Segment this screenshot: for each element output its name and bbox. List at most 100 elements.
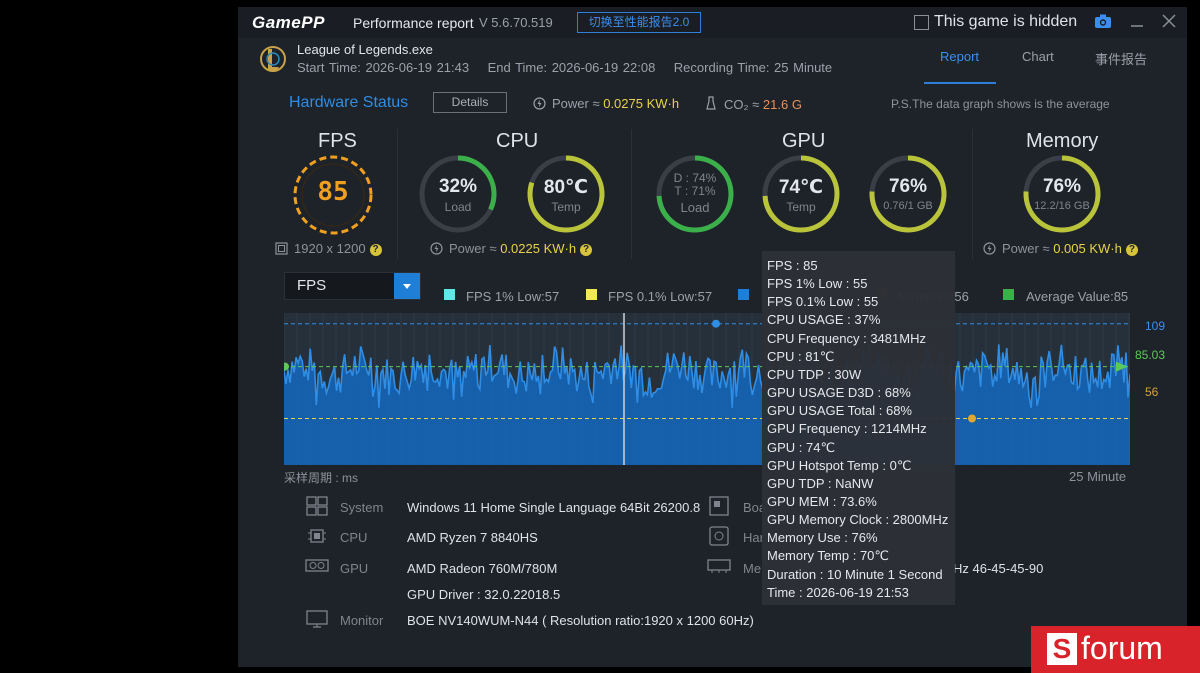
tooltip-line: Memory Use : 76% <box>767 530 878 546</box>
monitor-label: Monitor <box>340 613 384 628</box>
cpu-value: AMD Ryzen 7 8840HS <box>407 530 538 545</box>
x-axis-end-label: 25 Minute <box>1069 469 1127 484</box>
tooltip-line: Duration : 10 Minute 1 Second <box>767 566 943 582</box>
help-icon[interactable]: ? <box>369 244 382 256</box>
hide-game-checkbox[interactable] <box>914 15 929 30</box>
details-button[interactable]: Details <box>433 92 507 113</box>
power-icon <box>983 242 996 255</box>
sforum-watermark: S forum <box>1031 626 1200 673</box>
cpu-label: CPU <box>340 530 368 545</box>
legend-fps-0-1-low: FPS 0.1% Low:57 <box>608 289 713 304</box>
memory-label-row: Me <box>743 561 762 576</box>
chart-tooltip: FPS : 85 FPS 1% Low : 55 FPS 0.1% Low : 55… <box>762 251 955 605</box>
legend-swatch <box>738 289 749 300</box>
sforum-logo-text: forum <box>1081 630 1163 666</box>
memory-power-info: Power ≈ 0.005 KW·h? <box>983 241 1138 256</box>
camera-icon[interactable] <box>1094 13 1112 29</box>
tooltip-line: GPU TDP : NaNW <box>767 475 874 491</box>
gpu-section-title: GPU <box>782 130 826 152</box>
memory-section-title: Memory <box>1026 130 1099 152</box>
monitor-small-icon <box>275 242 288 255</box>
system-label: System <box>340 500 384 515</box>
resolution-info: 1920 x 1200? <box>275 241 382 256</box>
max-point <box>712 319 720 328</box>
monitor-icon <box>306 610 328 628</box>
memory-value: 76% <box>1042 176 1082 197</box>
tooltip-line: GPU MEM : 73.6% <box>767 493 877 509</box>
memory-module-icon <box>707 559 731 573</box>
hardware-status-title: Hardware Status <box>289 94 409 111</box>
power-icon <box>533 97 546 110</box>
tooltip-line: GPU Hotspot Temp : 0℃ <box>767 457 912 473</box>
sforum-logo-s: S <box>1047 633 1077 665</box>
help-icon[interactable]: ? <box>580 244 593 256</box>
tooltip-line: GPU Frequency : 1214MHz <box>767 421 927 437</box>
tooltip-line: CPU TDP : 30W <box>767 366 862 382</box>
gpu-memory-value: 76% <box>888 176 928 197</box>
tooltip-line: GPU : 74℃ <box>767 439 836 455</box>
tooltip-line: CPU : 81℃ <box>767 348 835 364</box>
active-tab-underline <box>924 82 996 84</box>
legend-swatch <box>586 289 597 300</box>
average-note: P.S.The data graph shows is the average <box>891 97 1110 111</box>
gpu-load-label: Load <box>680 200 710 215</box>
harddisk-label: Har <box>743 530 764 545</box>
memory-label: 12.2/16 GB <box>1034 200 1090 212</box>
divider <box>972 129 973 259</box>
cpu-temp-value: 80℃ <box>543 177 589 198</box>
report-header: League of Legends.exe Start Time: 2026-0… <box>238 38 1187 86</box>
tooltip-line: Memory Temp : 70℃ <box>767 548 890 564</box>
gpu-driver-value: GPU Driver : 32.0.22018.5 <box>407 587 561 602</box>
co2-emission: CO₂ ≈ 21.6 G <box>705 96 802 112</box>
board-icon <box>709 496 729 516</box>
legend-average: Average Value:85 <box>1026 289 1129 304</box>
gpu-value: AMD Radeon 760M/780M <box>407 561 558 576</box>
game-exe-name: League of Legends.exe <box>297 42 433 57</box>
cpu-load-label: Load <box>444 200 472 214</box>
system-value: Windows 11 Home Single Language 64Bit 26… <box>407 500 701 515</box>
power-icon <box>430 242 443 255</box>
memory-timings-value: Hz 46-45-45-90 <box>953 561 1044 576</box>
gpu-card-icon <box>305 559 329 572</box>
tab-report[interactable]: Report <box>940 49 979 64</box>
cpu-load-value: 32% <box>438 176 478 197</box>
title-bar: GamePP Performance report V 5.6.70.519 切… <box>238 7 1187 38</box>
tab-event-report[interactable]: 事件报告 <box>1095 49 1147 68</box>
chevron-down-icon[interactable] <box>394 273 420 299</box>
minimize-icon[interactable] <box>1128 13 1146 29</box>
start-time: Start Time: 2026-06-19 21:43 <box>297 60 470 75</box>
average-start-point <box>281 362 289 371</box>
switch-report-button[interactable]: 切换至性能报告2.0 <box>577 12 701 33</box>
co2-icon <box>706 96 716 110</box>
help-icon[interactable]: ? <box>1125 244 1138 256</box>
gpu-temp-label: Temp <box>786 200 816 214</box>
total-power: Power ≈ 0.0275 KW·h <box>533 96 679 111</box>
tooltip-line: FPS : 85 <box>767 258 818 273</box>
average-label: 85.03 <box>1135 348 1166 362</box>
tab-chart[interactable]: Chart <box>1022 49 1054 64</box>
tooltip-line: CPU USAGE : 37% <box>767 312 881 328</box>
tooltip-line: GPU USAGE D3D : 68% <box>767 385 911 401</box>
version-label: V 5.6.70.519 <box>479 15 553 30</box>
gamepp-logo: GamePP <box>252 13 325 32</box>
cpu-temp-label: Temp <box>551 200 581 214</box>
league-of-legends-icon <box>260 46 286 72</box>
tooltip-line: Time : 2026-06-19 21:53 <box>767 584 909 600</box>
end-time: End Time: 2026-06-19 22:08 <box>487 60 656 75</box>
fps-chart-svg <box>281 313 1131 465</box>
recording-time: Recording Time: 25 Minute <box>673 60 833 75</box>
min-label: 56 <box>1145 385 1159 399</box>
harddisk-icon <box>709 526 729 546</box>
close-icon[interactable] <box>1160 12 1178 30</box>
fps-value: 85 <box>317 177 349 207</box>
metric-dropdown[interactable]: FPS <box>284 272 421 300</box>
gpu-memory-label: 0.76/1 GB <box>883 200 933 212</box>
cpu-section-title: CPU <box>496 130 539 152</box>
fps-section-title: FPS <box>318 130 357 152</box>
legend-swatch <box>444 289 455 300</box>
fps-chart[interactable] <box>281 313 1131 465</box>
gpu-load-t: T : 71% <box>674 184 716 198</box>
session-times: Start Time: 2026-06-19 21:43 End Time: 2… <box>297 60 832 75</box>
max-label: 109 <box>1145 319 1166 333</box>
cpu-chip-icon <box>308 529 326 543</box>
